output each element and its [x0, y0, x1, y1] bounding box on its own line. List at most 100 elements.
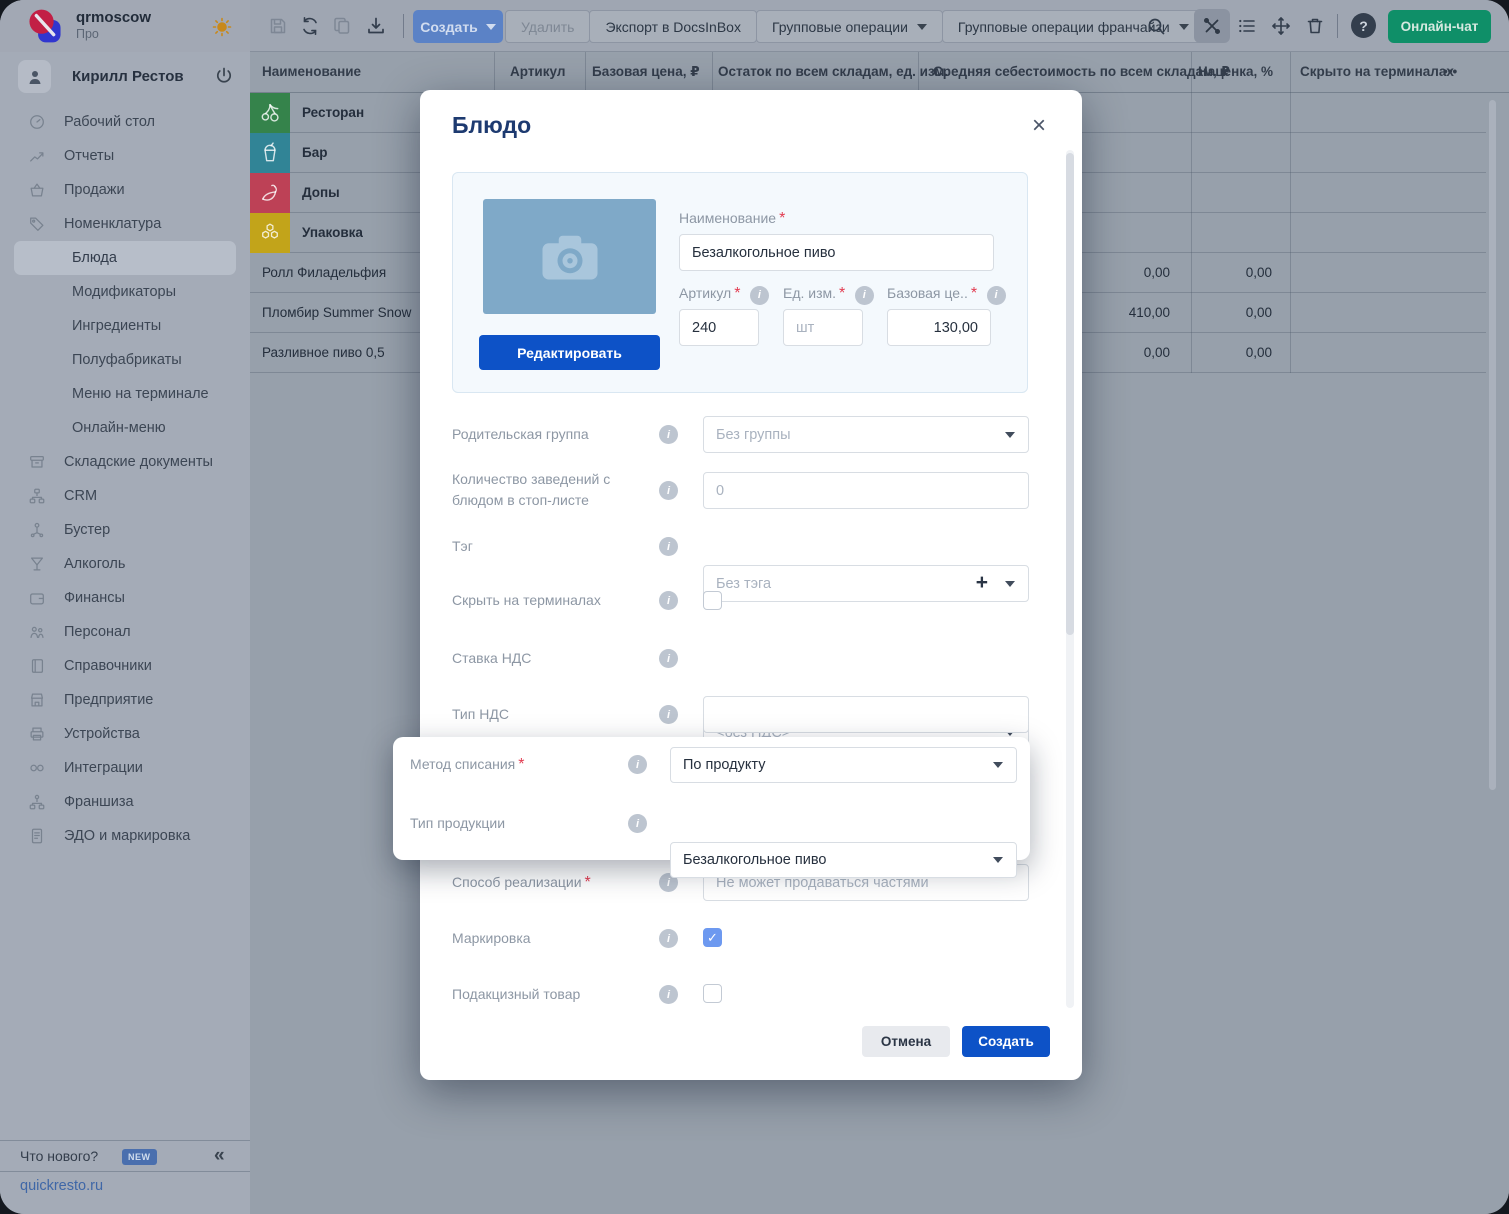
table-scrollbar[interactable] [1489, 100, 1496, 790]
info-icon[interactable]: i [855, 286, 874, 305]
enterprise-store-icon [28, 691, 46, 709]
sidebar-item-terminal-menu[interactable]: Меню на терминале [0, 377, 250, 411]
download-icon[interactable] [366, 16, 386, 36]
sidebar-item-franchise[interactable]: Франшиза [0, 785, 250, 819]
sidebar-item-nomenclature[interactable]: Номенклатура [0, 207, 250, 241]
brand-zone: qrmoscow Про [0, 0, 250, 52]
info-icon[interactable]: i [659, 591, 678, 610]
chevron-down-icon [1005, 432, 1015, 438]
info-icon[interactable]: i [659, 425, 678, 444]
list-view-icon[interactable] [1237, 16, 1257, 36]
parent-group-select[interactable]: Без группы [703, 416, 1029, 453]
quickresto-link[interactable]: quickresto.ru [20, 1178, 103, 1194]
sidebar-footer: Что нового? NEW « quickresto.ru [0, 1140, 250, 1202]
modal-scrollbar-thumb[interactable] [1066, 153, 1074, 635]
help-button[interactable]: ? [1351, 13, 1376, 38]
sidebar-item-edo[interactable]: ЭДО и маркировка [0, 819, 250, 853]
export-docsinbox-button[interactable]: Экспорт в DocsInBox [589, 10, 757, 43]
hide-on-terminals-checkbox[interactable] [703, 591, 722, 610]
avatar[interactable] [18, 60, 51, 93]
excise-checkbox[interactable] [703, 984, 722, 1003]
search-icon[interactable] [1146, 16, 1166, 36]
copy-icon[interactable] [332, 16, 352, 36]
info-icon[interactable]: i [659, 705, 678, 724]
col-header-base-price[interactable]: Базовая цена, ₽ [592, 64, 700, 80]
sidebar-item-sales[interactable]: Продажи [0, 173, 250, 207]
vat-type-input[interactable] [703, 696, 1029, 733]
brand-plan: Про [76, 27, 99, 41]
sku-input[interactable] [679, 309, 759, 346]
sidebar-item-finance[interactable]: Финансы [0, 581, 250, 615]
dish-photo-placeholder[interactable] [483, 199, 656, 314]
sidebar-item-enterprise[interactable]: Предприятие [0, 683, 250, 717]
online-chat-button[interactable]: Онлайн-чат [1388, 10, 1491, 43]
sidebar-item-staff[interactable]: Персонал [0, 615, 250, 649]
sidebar-item-semifinished[interactable]: Полуфабрикаты [0, 343, 250, 377]
brand-name: qrmoscow [76, 9, 151, 26]
col-header-name[interactable]: Наименование [262, 64, 361, 79]
sidebar-item-devices[interactable]: Устройства [0, 717, 250, 751]
sidebar-item-crm[interactable]: CRM [0, 479, 250, 513]
writeoff-method-select[interactable]: По продукту [670, 747, 1017, 783]
devices-printer-icon [28, 725, 46, 743]
info-icon[interactable]: i [659, 985, 678, 1004]
info-icon[interactable]: i [659, 537, 678, 556]
info-icon[interactable]: i [659, 929, 678, 948]
col-header-markup[interactable]: Наценка, % [1198, 64, 1273, 79]
col-header-avg-cost[interactable]: Средняя себестоимость по всем складам, ₽ [933, 64, 1230, 80]
tag-select[interactable]: Без тэга + [703, 565, 1029, 602]
close-icon[interactable]: × [1032, 114, 1046, 138]
sidebar-item-reference[interactable]: Справочники [0, 649, 250, 683]
cancel-button[interactable]: Отмена [862, 1026, 950, 1057]
create-submit-button[interactable]: Создать [962, 1026, 1050, 1057]
col-header-sku[interactable]: Артикул [510, 64, 565, 79]
sidebar-item-alcohol[interactable]: Алкоголь [0, 547, 250, 581]
delete-button[interactable]: Удалить [505, 10, 590, 43]
info-icon[interactable]: i [628, 814, 647, 833]
collapse-sidebar-icon[interactable]: « [214, 1145, 225, 1167]
info-icon[interactable]: i [659, 481, 678, 500]
chevron-down-icon [993, 762, 1003, 768]
quickresto-logo-icon [26, 7, 64, 45]
refresh-icon[interactable] [300, 16, 320, 36]
name-input[interactable] [679, 234, 994, 271]
unit-input[interactable] [783, 309, 863, 346]
whats-new-row[interactable]: Что нового? NEW « [0, 1141, 250, 1172]
sidebar-item-reports[interactable]: Отчеты [0, 139, 250, 173]
logout-power-icon[interactable] [214, 66, 234, 86]
edit-photo-button[interactable]: Редактировать [479, 335, 660, 370]
sidebar-item-ingredients[interactable]: Ингредиенты [0, 309, 250, 343]
user-row: Кирилл Рестов [0, 60, 250, 100]
sidebar-item-modifiers[interactable]: Модификаторы [0, 275, 250, 309]
column-divider [712, 52, 713, 93]
app-window: qrmoscow Про Создать Удалить Экспорт в D… [0, 0, 1509, 1214]
sidebar-item-dashboard[interactable]: Рабочий стол [0, 105, 250, 139]
col-header-hidden[interactable]: Скрыто на терминалах [1300, 64, 1454, 79]
group-operations-button[interactable]: Групповые операции [756, 10, 943, 43]
sidebar-item-integrations[interactable]: Интеграции [0, 751, 250, 785]
sidebar-item-dishes[interactable]: Блюда [14, 241, 236, 275]
info-icon[interactable]: i [628, 755, 647, 774]
sidebar-item-online-menu[interactable]: Онлайн-меню [0, 411, 250, 445]
stoplist-count-input[interactable] [703, 472, 1029, 509]
theme-toggle-sun-icon[interactable] [212, 17, 232, 37]
tools-icon[interactable] [1202, 16, 1222, 36]
col-header-more[interactable]: ••• [1443, 64, 1457, 79]
sidebar-item-warehouse-docs[interactable]: Складские документы [0, 445, 250, 479]
save-icon[interactable] [268, 16, 288, 36]
add-tag-icon[interactable]: + [976, 571, 988, 595]
product-type-select[interactable]: Безалкогольное пиво [670, 842, 1017, 878]
col-header-stock[interactable]: Остаток по всем складам, ед. изм. [718, 64, 948, 79]
sidebar-item-booster[interactable]: Бустер [0, 513, 250, 547]
info-icon[interactable]: i [659, 649, 678, 668]
info-icon[interactable]: i [750, 286, 769, 305]
move-icon[interactable] [1271, 16, 1291, 36]
sale-method-label: Способ реализации* [452, 874, 591, 892]
create-button[interactable]: Создать [413, 10, 503, 43]
trash-icon[interactable] [1305, 16, 1325, 36]
column-divider [918, 52, 919, 93]
base-price-input[interactable] [887, 309, 991, 346]
info-icon[interactable]: i [987, 286, 1006, 305]
parent-group-label: Родительская группа [452, 426, 589, 442]
marking-checkbox[interactable]: ✓ [703, 928, 722, 947]
